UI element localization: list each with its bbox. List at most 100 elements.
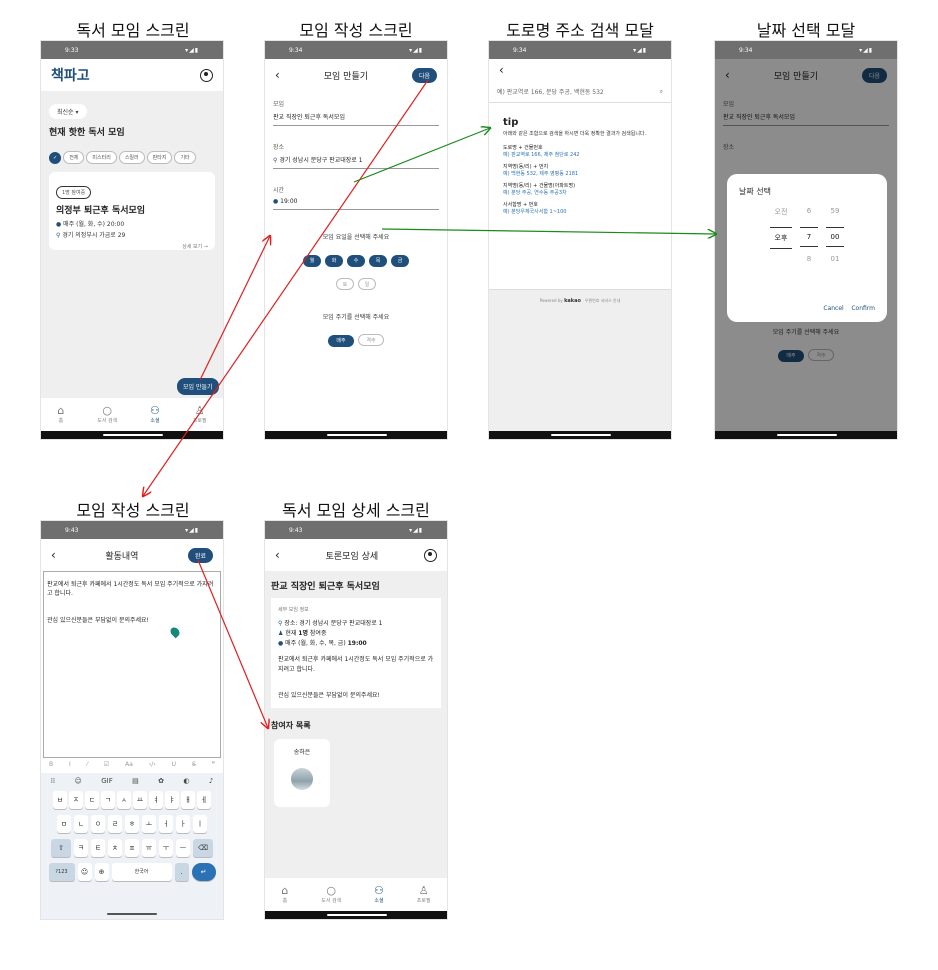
checkbox-button[interactable]: ☑: [104, 761, 109, 768]
shift-icon[interactable]: ⇧: [51, 839, 71, 857]
day-fri[interactable]: 금: [391, 255, 409, 267]
numbers-key[interactable]: ?123: [48, 863, 75, 881]
settings-icon[interactable]: ✿: [158, 777, 164, 785]
profile-icon[interactable]: [423, 548, 437, 562]
palette-icon[interactable]: ◐: [183, 777, 189, 785]
activity-editor[interactable]: 판교에서 퇴근후 카페에서 1시간정도 독서 모임 주기적으로 가지려고 합니다…: [43, 571, 221, 758]
key[interactable]: ㅅ: [117, 791, 131, 809]
key[interactable]: ㅊ: [108, 839, 122, 857]
bold-button[interactable]: B: [49, 761, 53, 768]
day-sat[interactable]: 토: [336, 278, 354, 290]
day-thu[interactable]: 목: [369, 255, 387, 267]
cycle-biweekly[interactable]: 격주: [358, 334, 384, 346]
input-name[interactable]: 판교 직장인 퇴근후 독서모임: [273, 108, 439, 126]
key[interactable]: ㄷ: [85, 791, 99, 809]
key[interactable]: ㄴ: [74, 815, 88, 833]
globe-icon[interactable]: ⊕: [94, 863, 109, 881]
search-icon[interactable]: ⌕: [660, 88, 663, 96]
chip-fantasy[interactable]: 판타지: [146, 151, 173, 164]
back-arrow-icon[interactable]: ‹: [275, 548, 280, 562]
key[interactable]: ㅌ: [91, 839, 105, 857]
back-arrow-icon[interactable]: ‹: [275, 68, 280, 82]
key[interactable]: ㅇ: [91, 815, 105, 833]
key[interactable]: ㅠ: [142, 839, 156, 857]
nav-search[interactable]: ○ 도서 검색: [321, 885, 341, 905]
clipboard-icon[interactable]: ▤: [132, 777, 139, 785]
strikethrough-button[interactable]: S̶: [192, 761, 196, 768]
key[interactable]: ㅂ: [53, 791, 67, 809]
minute-wheel[interactable]: 59 00 01: [826, 207, 844, 263]
quote-button[interactable]: ❞: [212, 761, 215, 768]
nav-search[interactable]: ○ 도서 검색: [97, 405, 117, 425]
key[interactable]: ㅈ: [69, 791, 83, 809]
participant-card[interactable]: 송하은: [274, 739, 330, 807]
apps-icon[interactable]: ⁞⁞: [51, 777, 55, 785]
input-time[interactable]: ● 19:00: [273, 194, 439, 210]
backspace-icon[interactable]: ⌫: [193, 839, 213, 857]
chip-etc[interactable]: 기타: [174, 151, 196, 164]
underline-button[interactable]: U: [172, 761, 176, 768]
space-key[interactable]: 한국어: [111, 863, 172, 881]
key[interactable]: ㅋ: [74, 839, 88, 857]
code-button[interactable]: ‹/›: [149, 761, 156, 768]
sort-dropdown[interactable]: 최신순 ▾: [49, 104, 87, 119]
address-search-bar[interactable]: 예) 판교역로 166, 분당 주공, 백현동 532 ⌕: [489, 81, 671, 103]
day-sun[interactable]: 일: [358, 278, 376, 290]
key[interactable]: ㅓ: [159, 815, 173, 833]
card-more-link[interactable]: 상세 보기 →: [56, 243, 208, 250]
period-key[interactable]: .: [174, 863, 189, 881]
key[interactable]: ㄹ: [108, 815, 122, 833]
nav-home[interactable]: ⌂ 홈: [281, 885, 288, 905]
key[interactable]: ㅗ: [142, 815, 156, 833]
key[interactable]: ㅏ: [176, 815, 190, 833]
back-arrow-icon[interactable]: ‹: [499, 63, 504, 77]
key[interactable]: ㅕ: [149, 791, 163, 809]
key[interactable]: ㄱ: [101, 791, 115, 809]
nav-home[interactable]: ⌂ 홈: [57, 405, 64, 425]
cancel-button[interactable]: Cancel: [823, 305, 843, 312]
key[interactable]: ㅡ: [176, 839, 190, 857]
sticker-icon[interactable]: ☺: [75, 777, 82, 785]
nav-social[interactable]: ⚇ 소셜: [374, 885, 384, 905]
profile-icon[interactable]: [200, 68, 213, 82]
search-input[interactable]: 예) 판교역로 166, 분당 주공, 백현동 532: [497, 87, 604, 96]
input-place[interactable]: ⚲ 경기 성남시 분당구 판교대장로 1: [273, 151, 439, 169]
key[interactable]: ㅑ: [165, 791, 179, 809]
mic-icon[interactable]: ♪: [209, 777, 213, 785]
chip-all[interactable]: 전체: [63, 151, 85, 164]
key[interactable]: ㅜ: [159, 839, 173, 857]
group-card[interactable]: 1명 참여중 의정부 퇴근후 독서모임 ● 매주 (월, 화, 수) 20:00…: [49, 172, 215, 250]
day-wed[interactable]: 수: [347, 255, 365, 267]
hour-wheel[interactable]: 6 7 8: [800, 207, 818, 263]
key[interactable]: ㅎ: [125, 815, 139, 833]
italic-button[interactable]: I: [69, 761, 71, 768]
back-arrow-icon[interactable]: ‹: [51, 548, 56, 562]
chip-mystery[interactable]: 미스터리: [86, 151, 117, 164]
key[interactable]: ㅔ: [197, 791, 211, 809]
link-button[interactable]: ⁄: [87, 761, 88, 768]
done-button[interactable]: 완료: [187, 547, 213, 563]
nav-profile[interactable]: ♙ 프로필: [417, 885, 431, 905]
chip-thriller[interactable]: 스릴러: [118, 151, 145, 164]
check-icon[interactable]: ✓: [49, 152, 62, 164]
enter-icon[interactable]: ↵: [191, 863, 216, 881]
day-tue[interactable]: 화: [325, 255, 343, 267]
nav-social[interactable]: ⚇ 소셜: [150, 405, 160, 425]
emoji-key[interactable]: ☺: [77, 863, 92, 881]
ampm-wheel[interactable]: 오전 오후: [770, 207, 792, 263]
create-group-button[interactable]: 모임 만들기: [177, 378, 219, 395]
confirm-button[interactable]: Confirm: [851, 305, 875, 312]
key[interactable]: ㅁ: [57, 815, 71, 833]
day-mon[interactable]: 월: [303, 255, 321, 267]
nav-profile[interactable]: ♙ 프로필: [193, 405, 207, 425]
key[interactable]: ㅐ: [181, 791, 195, 809]
font-size-button[interactable]: Aa: [125, 761, 133, 768]
key[interactable]: ㅣ: [193, 815, 207, 833]
cursor-handle-icon[interactable]: [168, 625, 182, 639]
key[interactable]: ㅛ: [133, 791, 147, 809]
cycle-weekly[interactable]: 매주: [328, 335, 354, 347]
next-button[interactable]: 다음: [411, 67, 437, 83]
gif-icon[interactable]: GIF: [101, 777, 113, 785]
key[interactable]: ㅍ: [125, 839, 139, 857]
privacy-link[interactable]: 우편번호 서비스 안내: [585, 298, 621, 303]
